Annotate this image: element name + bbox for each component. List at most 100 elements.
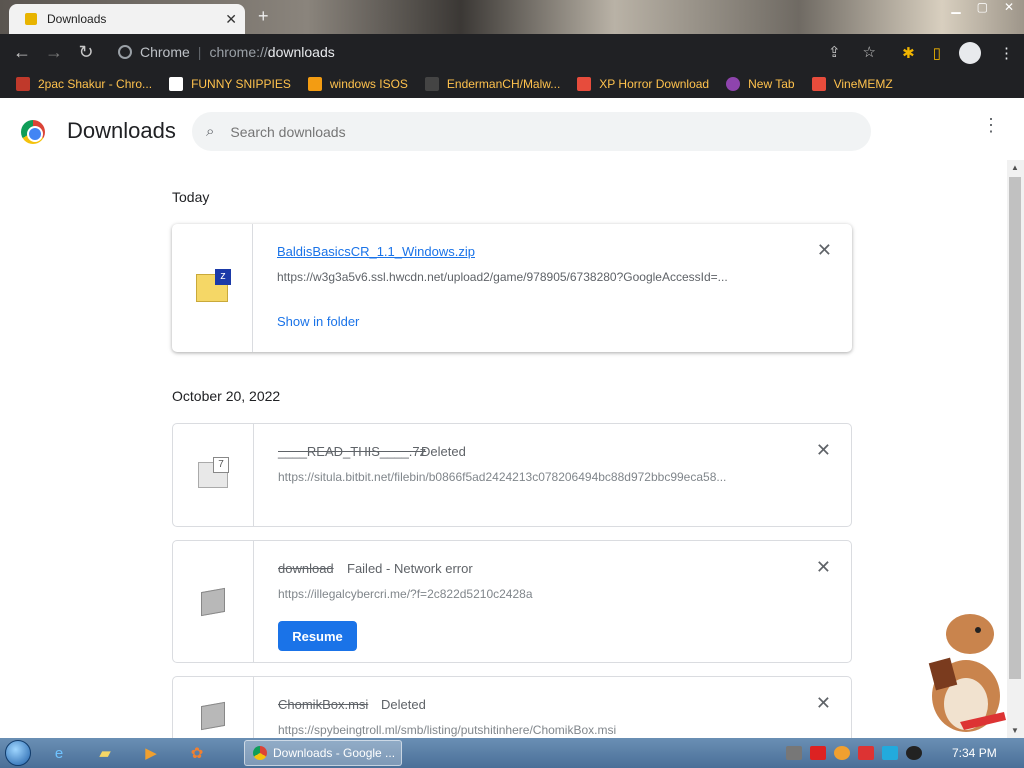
address-brand: Chrome [140, 44, 190, 60]
date-heading: Today [172, 189, 210, 205]
media-player-icon[interactable]: ▶ [128, 738, 174, 768]
address-bar[interactable]: Chrome | chrome://downloads ⇪ ☆ [110, 38, 884, 66]
side-panel-icon[interactable]: ▯ [933, 44, 941, 62]
scroll-down-icon[interactable]: ▼ [1011, 726, 1019, 735]
remove-item-icon[interactable]: ✕ [816, 440, 831, 461]
system-tray [786, 738, 922, 768]
remove-item-icon[interactable]: ✕ [817, 240, 832, 261]
generic-file-icon [201, 587, 225, 616]
start-button[interactable] [0, 738, 36, 768]
extensions-puzzle-icon[interactable]: ✱ [902, 44, 915, 62]
tab-strip: Downloads ✕ + ▁ ▢ ✕ [0, 0, 1024, 34]
search-input[interactable] [228, 122, 829, 141]
tray-volume-icon[interactable] [906, 746, 922, 760]
bookmark-item[interactable]: FUNNY SNIPPIES [169, 77, 291, 91]
resume-button[interactable]: Resume [278, 621, 357, 651]
bookmark-label: New Tab [748, 77, 795, 91]
desktop-hamster-mascot[interactable] [920, 612, 1012, 736]
download-item: download Failed - Network error https://… [172, 540, 852, 663]
archive-file-icon [198, 457, 229, 488]
installer-file-icon [201, 701, 225, 731]
bookmark-item[interactable]: VineMEMZ [811, 77, 893, 91]
page-title: Downloads [67, 118, 176, 143]
url-scheme: chrome:// [209, 44, 268, 60]
bookmark-label: FUNNY SNIPPIES [191, 77, 291, 91]
downloads-favicon-icon [25, 13, 37, 25]
downloads-page: Downloads ⌕ ⋮ Today BaldisBasicsCR_1.1_W… [0, 102, 1024, 756]
bookmark-star-icon[interactable]: ☆ [863, 43, 876, 61]
bookmark-item[interactable]: 2pac Shakur - Chro... [16, 77, 152, 91]
toolbar-actions: ✱ ▯ ⋮ [902, 42, 1014, 64]
bookmark-item[interactable]: XP Horror Download [577, 77, 709, 91]
file-icon-box [173, 541, 254, 662]
show-in-folder-link[interactable]: Show in folder [277, 314, 359, 329]
bookmark-favicon-icon [16, 77, 30, 91]
download-item: BaldisBasicsCR_1.1_Windows.zip https://w… [172, 224, 852, 352]
chrome-menu-icon[interactable]: ⋮ [999, 44, 1014, 62]
download-filename[interactable]: BaldisBasicsCR_1.1_Windows.zip [277, 244, 475, 259]
bookmark-label: windows ISOS [329, 77, 408, 91]
scrollbar-thumb[interactable] [1009, 177, 1021, 679]
file-explorer-icon[interactable]: ▰ [82, 738, 128, 768]
download-status: Failed - Network error [347, 561, 473, 576]
download-url[interactable]: https://spybeingtroll.ml/smb/listing/put… [278, 723, 778, 737]
windows-orb-icon [5, 740, 31, 766]
back-icon[interactable]: ← [6, 42, 38, 63]
share-icon[interactable]: ⇪ [828, 43, 841, 61]
tray-app-icon[interactable] [786, 746, 802, 760]
remove-item-icon[interactable]: ✕ [816, 693, 831, 714]
download-status: Deleted [381, 697, 426, 712]
remove-item-icon[interactable]: ✕ [816, 557, 831, 578]
profile-avatar[interactable] [959, 42, 981, 64]
close-window-icon[interactable]: ✕ [1004, 0, 1014, 14]
maximize-icon[interactable]: ▢ [977, 0, 988, 14]
download-url[interactable]: https://situla.bitbit.net/filebin/b0866f… [278, 470, 778, 484]
bookmark-label: 2pac Shakur - Chro... [38, 77, 153, 91]
search-icon: ⌕ [206, 123, 215, 140]
tab-title: Downloads [47, 12, 107, 26]
bookmarks-bar: 2pac Shakur - Chro... FUNNY SNIPPIES win… [0, 70, 1024, 98]
tab-close-icon[interactable]: ✕ [225, 11, 237, 28]
file-icon-box [173, 424, 254, 526]
bookmark-label: XP Horror Download [599, 77, 710, 91]
chrome-taskbar-icon [253, 746, 267, 760]
reload-icon[interactable]: ↻ [70, 42, 102, 63]
paint-icon[interactable]: ✿ [174, 738, 220, 768]
bookmark-favicon-icon [577, 77, 592, 91]
search-box[interactable]: ⌕ [192, 112, 871, 151]
taskbar-clock[interactable]: 7:34 PM [952, 746, 997, 760]
internet-explorer-icon[interactable]: e [36, 738, 82, 768]
tray-monitor-icon[interactable] [882, 746, 898, 760]
download-status: Deleted [421, 444, 466, 459]
download-filename: ____READ_THIS____.7z [278, 444, 427, 459]
file-icon-box [172, 224, 253, 352]
chrome-logo-icon [21, 120, 45, 144]
chrome-site-icon [118, 45, 132, 59]
download-url[interactable]: https://w3g3a5v6.ssl.hwcdn.net/upload2/g… [277, 270, 777, 284]
zip-file-icon [196, 269, 231, 302]
download-url[interactable]: https://illegalcybercri.me/?f=2c822d5210… [278, 587, 778, 601]
page-menu-icon[interactable]: ⋮ [982, 116, 1000, 134]
bookmark-item[interactable]: EndermanCH/Malw... [424, 77, 561, 91]
new-tab-button[interactable]: + [258, 6, 269, 27]
tray-v-icon[interactable] [810, 746, 826, 760]
bookmark-favicon-icon [169, 77, 184, 91]
download-filename: download [278, 561, 334, 576]
taskbar-task-label: Downloads - Google ... [273, 746, 396, 760]
bookmark-label: EndermanCH/Malw... [446, 77, 561, 91]
scroll-up-icon[interactable]: ▲ [1011, 163, 1019, 172]
tray-search-icon[interactable] [834, 746, 850, 760]
window-controls: ▁ ▢ ✕ [951, 0, 1014, 14]
tray-flag-icon[interactable] [858, 746, 874, 760]
bookmark-item[interactable]: New Tab [726, 77, 795, 91]
address-separator: | [197, 44, 202, 60]
bookmark-favicon-icon [424, 77, 439, 91]
taskbar-chrome-window[interactable]: Downloads - Google ... [244, 740, 402, 766]
forward-icon[interactable]: → [38, 42, 70, 63]
bookmark-item[interactable]: windows ISOS [307, 77, 408, 91]
bookmark-label: VineMEMZ [833, 77, 893, 91]
bookmark-favicon-icon [307, 77, 322, 91]
url-host: downloads [267, 44, 335, 60]
browser-tab[interactable]: Downloads ✕ [9, 4, 245, 34]
minimize-icon[interactable]: ▁ [951, 0, 960, 14]
